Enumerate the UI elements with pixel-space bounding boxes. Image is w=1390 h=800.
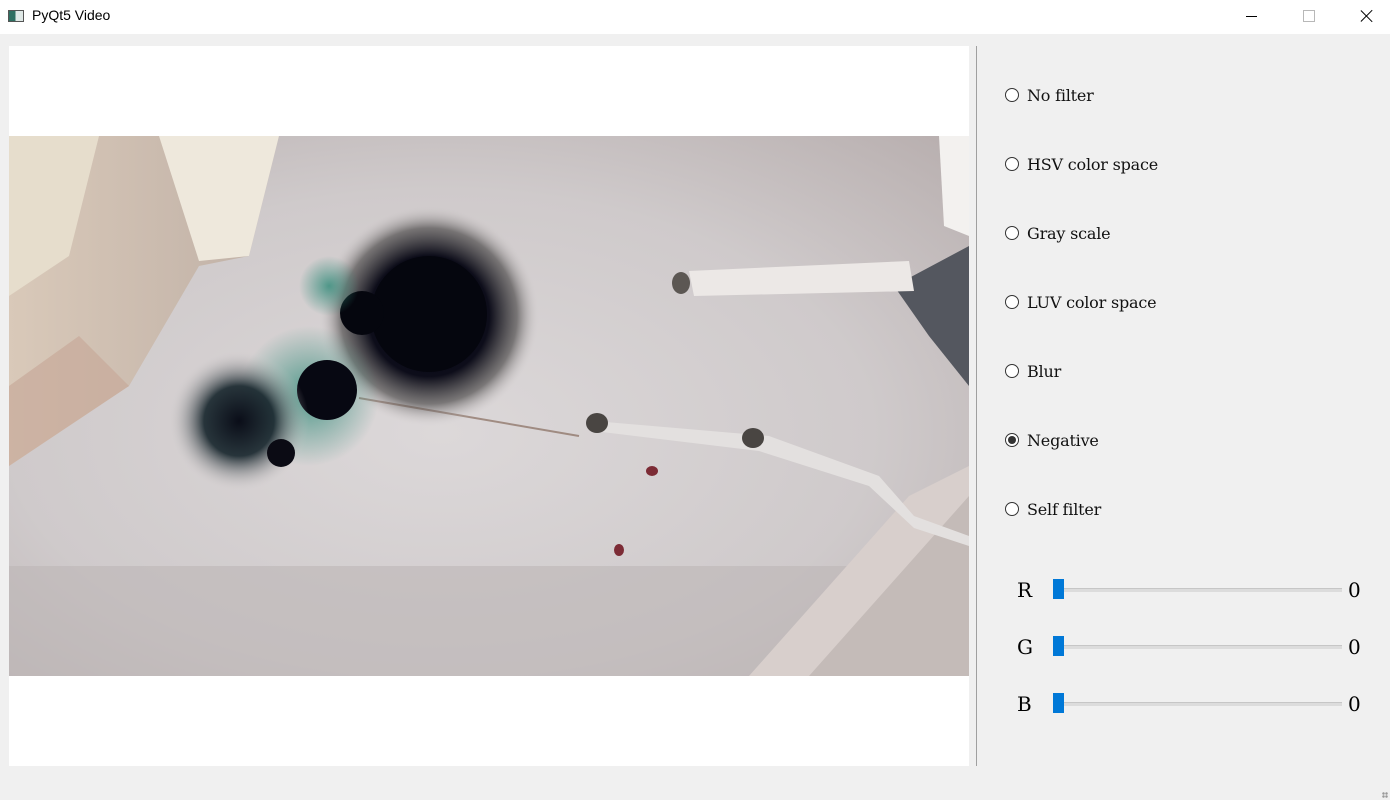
filter-radio-6[interactable]: Self filter bbox=[1005, 497, 1101, 521]
filter-label: LUV color space bbox=[1027, 292, 1157, 312]
resize-grip-icon[interactable] bbox=[1382, 792, 1388, 798]
radio-unchecked-icon[interactable] bbox=[1005, 364, 1019, 378]
panel-divider bbox=[976, 46, 977, 766]
filter-label: Negative bbox=[1027, 430, 1099, 450]
filter-label: No filter bbox=[1027, 85, 1094, 105]
maximize-icon bbox=[1303, 10, 1315, 22]
slider-value: 0 bbox=[1348, 692, 1361, 716]
slider-row-b: B0 bbox=[1010, 688, 1380, 718]
slider-value: 0 bbox=[1348, 578, 1361, 602]
slider-row-r: R0 bbox=[1010, 574, 1380, 604]
window-title: PyQt5 Video bbox=[32, 7, 111, 23]
slider-track[interactable] bbox=[1053, 588, 1342, 592]
close-icon bbox=[1360, 9, 1374, 23]
minimize-icon bbox=[1245, 15, 1257, 17]
slider-row-g: G0 bbox=[1010, 631, 1380, 661]
filter-radio-1[interactable]: HSV color space bbox=[1005, 152, 1158, 176]
video-display-panel bbox=[9, 46, 969, 766]
negative-camera-frame bbox=[9, 136, 969, 676]
slider-label: R bbox=[1017, 578, 1033, 602]
filter-label: HSV color space bbox=[1027, 154, 1159, 174]
filter-label: Gray scale bbox=[1027, 223, 1111, 243]
radio-unchecked-icon[interactable] bbox=[1005, 157, 1019, 171]
slider-handle[interactable] bbox=[1053, 636, 1064, 656]
slider-label: G bbox=[1017, 635, 1033, 659]
radio-unchecked-icon[interactable] bbox=[1005, 88, 1019, 102]
minimize-button[interactable] bbox=[1222, 0, 1280, 32]
maximize-button[interactable] bbox=[1280, 0, 1338, 32]
slider-track[interactable] bbox=[1053, 645, 1342, 649]
close-button[interactable] bbox=[1338, 0, 1390, 32]
app-window-icon[interactable] bbox=[8, 10, 24, 22]
slider-label: B bbox=[1017, 692, 1032, 716]
title-bar: PyQt5 Video bbox=[0, 0, 1390, 34]
filter-radio-3[interactable]: LUV color space bbox=[1005, 290, 1157, 314]
filter-label: Self filter bbox=[1027, 499, 1102, 519]
video-frame-image bbox=[9, 136, 969, 676]
slider-handle[interactable] bbox=[1053, 693, 1064, 713]
filter-radio-0[interactable]: No filter bbox=[1005, 83, 1094, 107]
filter-label: Blur bbox=[1027, 361, 1062, 381]
slider-value: 0 bbox=[1348, 635, 1361, 659]
radio-checked-icon[interactable] bbox=[1005, 433, 1019, 447]
radio-unchecked-icon[interactable] bbox=[1005, 295, 1019, 309]
slider-handle[interactable] bbox=[1053, 579, 1064, 599]
slider-track[interactable] bbox=[1053, 702, 1342, 706]
filter-radio-2[interactable]: Gray scale bbox=[1005, 221, 1111, 245]
radio-unchecked-icon[interactable] bbox=[1005, 502, 1019, 516]
filter-radio-5[interactable]: Negative bbox=[1005, 428, 1099, 452]
radio-unchecked-icon[interactable] bbox=[1005, 226, 1019, 240]
filter-radio-4[interactable]: Blur bbox=[1005, 359, 1061, 383]
